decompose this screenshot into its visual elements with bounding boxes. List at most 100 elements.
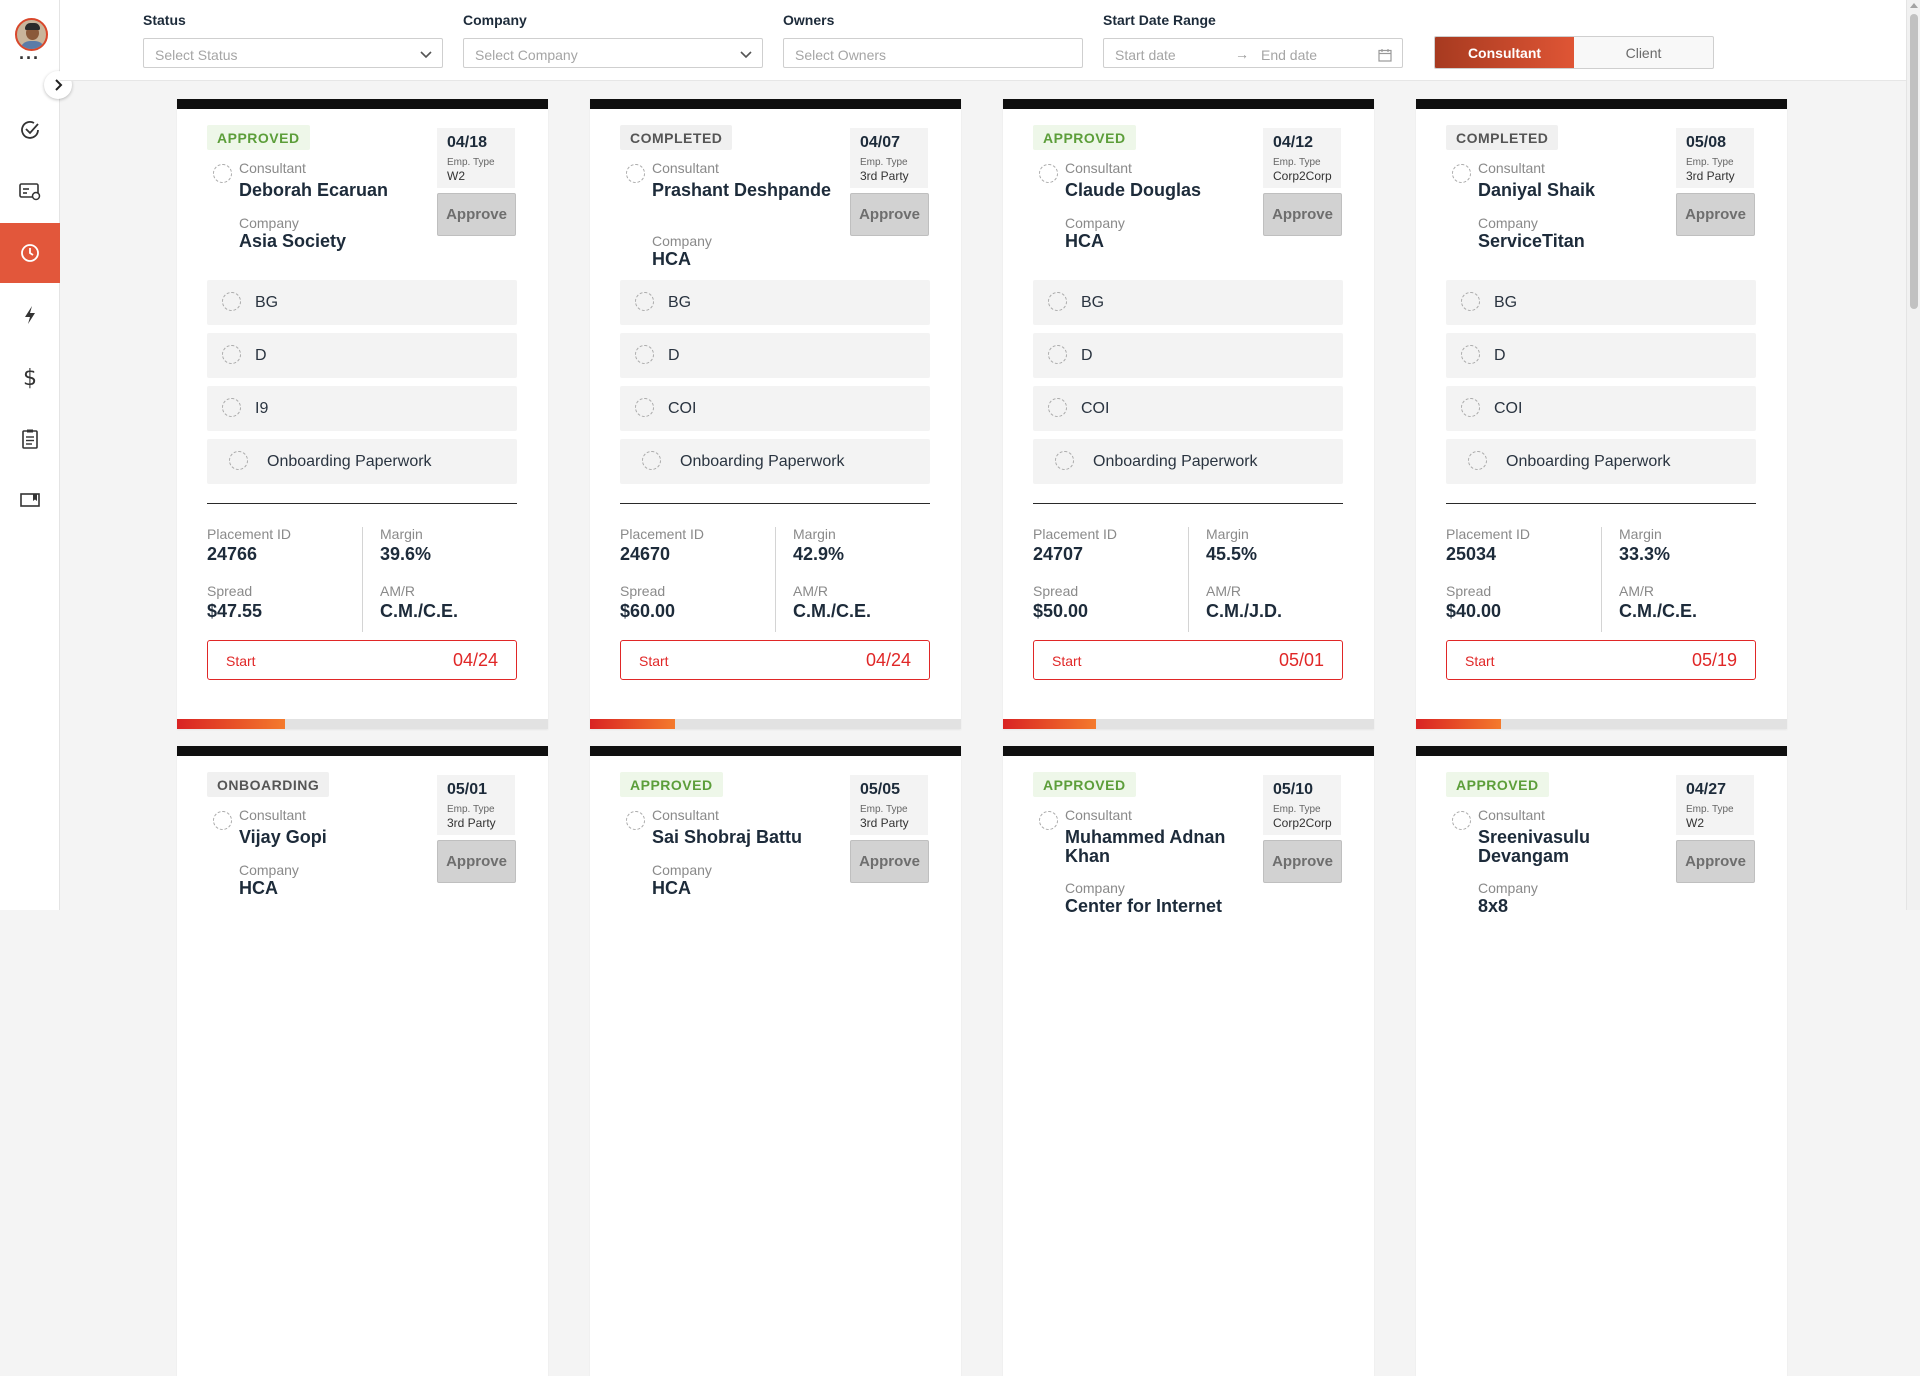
consultant-label: Consultant [239,160,306,176]
document-status-radio[interactable] [1048,292,1067,311]
dollar-icon: $ [23,366,37,389]
placement-date: 04/27 [1686,781,1727,798]
emp-type-value: Corp2Corp [1273,816,1332,830]
select-radio[interactable] [1452,164,1471,183]
spread-value: $40.00 [1446,601,1502,621]
document-status-radio[interactable] [1048,345,1067,364]
document-item[interactable]: D [620,333,930,378]
sidebar-item-tasks[interactable] [0,100,60,160]
approve-button[interactable]: Approve [437,840,516,883]
document-item[interactable]: D [1033,333,1343,378]
select-radio[interactable] [1039,164,1058,183]
document-item[interactable]: D [1446,333,1756,378]
select-radio[interactable] [213,811,232,830]
date-range-picker[interactable]: Start date → End date [1103,38,1403,68]
select-radio[interactable] [1039,811,1058,830]
spread-label: Spread [620,583,666,599]
document-status-radio[interactable] [635,345,654,364]
consultant-toggle-button[interactable]: Consultant [1435,37,1574,68]
scrollbar-thumb[interactable] [1910,14,1918,309]
company-label: Company [239,215,299,231]
document-label: BG [1494,294,1518,311]
scrollbar[interactable] [1906,0,1920,910]
placement-id-label: Placement ID [207,526,292,542]
document-item[interactable]: Onboarding Paperwork [1033,439,1343,484]
approve-button[interactable]: Approve [850,193,929,236]
divider [620,503,930,504]
document-status-radio[interactable] [635,292,654,311]
document-label: D [255,347,267,364]
date-box: 05/10 Emp. Type Corp2Corp [1263,775,1341,835]
sidebar-item-billing[interactable]: $ [0,347,60,407]
client-toggle-button[interactable]: Client [1574,37,1713,68]
consultant-name: Muhammed Adnan Khan [1065,827,1226,866]
more-options-icon[interactable]: ··· [19,49,40,67]
status-select[interactable]: Select Status [143,38,443,68]
sidebar-item-timesheets[interactable] [0,223,60,283]
placement-card[interactable]: APPROVED Consultant Muhammed Adnan Khan Com… [1003,746,1374,1376]
document-item[interactable]: COI [620,386,930,431]
document-item[interactable]: BG [207,280,517,325]
document-item[interactable]: Onboarding Paperwork [207,439,517,484]
document-status-radio[interactable] [1461,292,1480,311]
scroll-up-arrow[interactable] [1910,3,1918,8]
approve-button[interactable]: Approve [1263,193,1342,236]
start-date-value: 04/24 [865,650,911,670]
document-item[interactable]: COI [1033,386,1343,431]
document-status-radio[interactable] [1461,345,1480,364]
document-item[interactable]: Onboarding Paperwork [1446,439,1756,484]
placement-card[interactable]: COMPLETED Consultant Daniyal Shaik Company S… [1416,99,1787,729]
document-status-radio[interactable] [229,451,248,470]
document-item[interactable]: COI [1446,386,1756,431]
placement-card[interactable]: APPROVED Consultant Sreenivasulu Devangam C… [1416,746,1787,1376]
consultant-label: Consultant [652,807,719,823]
document-item[interactable]: BG [620,280,930,325]
sidebar-item-activity[interactable] [0,285,60,345]
company-label: Company [1478,215,1538,231]
view-toggle[interactable]: Consultant Client [1434,36,1714,69]
select-radio[interactable] [213,164,232,183]
company-select[interactable]: Select Company [463,38,763,68]
start-date-input[interactable]: Start date [1115,47,1176,63]
placement-card[interactable]: APPROVED Consultant Sai Shobraj Battu Compa… [590,746,961,1376]
select-radio[interactable] [1452,811,1471,830]
approve-button[interactable]: Approve [437,193,516,236]
document-item[interactable]: I9 [207,386,517,431]
vertical-divider [362,527,363,632]
consultant-label: Consultant [1065,160,1132,176]
document-status-radio[interactable] [1048,398,1067,417]
document-item[interactable]: BG [1033,280,1343,325]
approve-button[interactable]: Approve [1676,193,1755,236]
document-item[interactable]: BG [1446,280,1756,325]
placement-card[interactable]: COMPLETED Consultant Prashant Deshpande Com… [590,99,961,729]
placement-card[interactable]: ONBOARDING Consultant Vijay Gopi Company HCA… [177,746,548,1376]
document-status-radio[interactable] [1055,451,1074,470]
emp-type-label: Emp. Type [1273,157,1321,168]
status-badge: APPROVED [1033,772,1136,797]
select-radio[interactable] [626,164,645,183]
document-status-radio[interactable] [1468,451,1487,470]
document-item[interactable]: Onboarding Paperwork [620,439,930,484]
sidebar-item-cards[interactable] [0,161,60,221]
spread-label: Spread [207,583,253,599]
approve-button[interactable]: Approve [1263,840,1342,883]
status-badge: ONBOARDING [207,772,330,797]
sidebar-item-docs[interactable] [0,470,60,530]
document-item[interactable]: D [207,333,517,378]
end-date-input[interactable]: End date [1261,47,1317,63]
approve-button[interactable]: Approve [1676,840,1755,883]
document-status-radio[interactable] [222,292,241,311]
sidebar-item-reports[interactable] [0,409,60,469]
document-status-radio[interactable] [222,398,241,417]
spread-label: Spread [1033,583,1079,599]
document-status-radio[interactable] [642,451,661,470]
document-status-radio[interactable] [635,398,654,417]
user-avatar[interactable] [15,18,48,51]
approve-button[interactable]: Approve [850,840,929,883]
placement-card[interactable]: APPROVED Consultant Deborah Ecaruan Company… [177,99,548,729]
select-radio[interactable] [626,811,645,830]
document-status-radio[interactable] [222,345,241,364]
placement-card[interactable]: APPROVED Consultant Claude Douglas Company H… [1003,99,1374,729]
owners-input[interactable]: Select Owners [783,38,1083,68]
document-status-radio[interactable] [1461,398,1480,417]
